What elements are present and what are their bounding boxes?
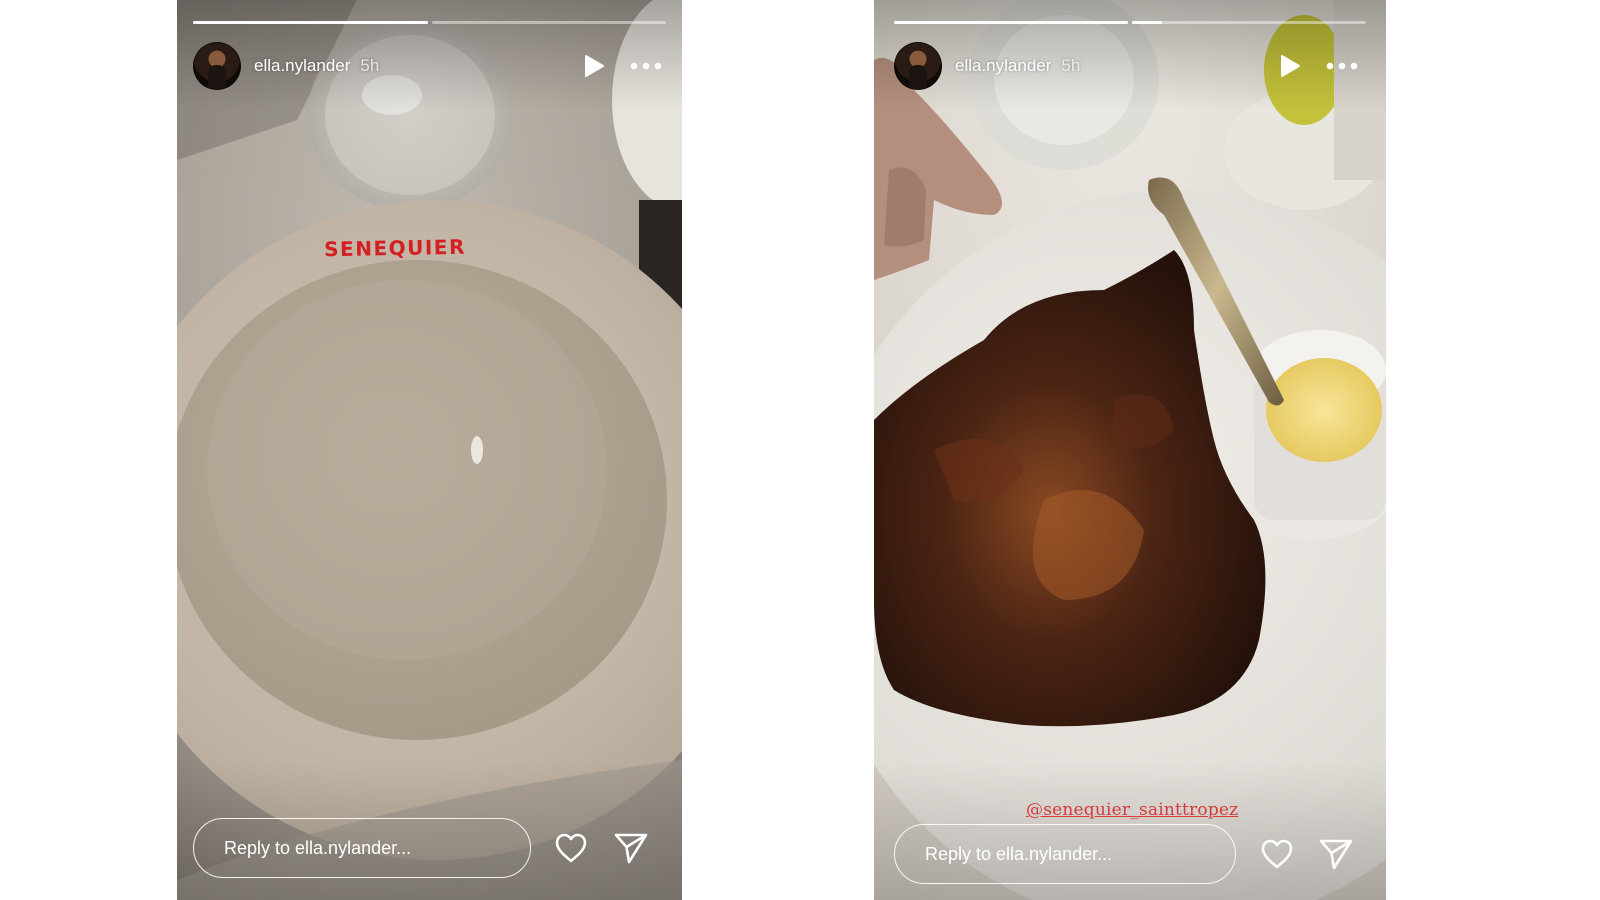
progress-segment bbox=[894, 21, 1128, 24]
play-icon bbox=[585, 55, 604, 77]
story-progress-bar bbox=[193, 21, 666, 24]
post-time: 5h bbox=[360, 56, 380, 75]
progress-segment bbox=[193, 21, 428, 24]
like-button[interactable] bbox=[1259, 836, 1295, 872]
reply-input[interactable]: Reply to ella.nylander... bbox=[894, 824, 1236, 884]
send-icon bbox=[1319, 839, 1353, 870]
story-header: ella.nylander 5h bbox=[894, 42, 1362, 90]
more-options-button[interactable] bbox=[1322, 52, 1362, 80]
progress-segment bbox=[431, 21, 666, 24]
reply-placeholder: Reply to ella.nylander... bbox=[925, 843, 1113, 864]
story-panel-left[interactable]: SENEQUIER ella.nylander 5h Reply to ella… bbox=[177, 0, 682, 900]
progress-segment bbox=[1132, 21, 1366, 24]
send-icon bbox=[614, 833, 648, 864]
mention-link[interactable]: @senequier_sainttropez bbox=[1026, 800, 1238, 820]
story-header: ella.nylander 5h bbox=[193, 42, 666, 90]
play-button[interactable] bbox=[580, 52, 608, 80]
reply-placeholder: Reply to ella.nylander... bbox=[224, 837, 412, 858]
share-button[interactable] bbox=[613, 830, 649, 866]
avatar[interactable] bbox=[193, 42, 241, 90]
more-icon bbox=[1326, 62, 1358, 70]
username[interactable]: ella.nylander bbox=[254, 56, 350, 76]
share-button[interactable] bbox=[1318, 836, 1354, 872]
reply-input[interactable]: Reply to ella.nylander... bbox=[193, 818, 531, 878]
username[interactable]: ella.nylander bbox=[955, 56, 1051, 76]
more-icon bbox=[630, 62, 662, 70]
story-panel-right[interactable]: ella.nylander 5h @senequier_sainttropez … bbox=[874, 0, 1386, 900]
heart-icon bbox=[1261, 839, 1293, 869]
avatar[interactable] bbox=[894, 42, 942, 90]
plate-brand-text: SENEQUIER bbox=[323, 234, 467, 262]
post-time: 5h bbox=[1061, 56, 1081, 75]
heart-icon bbox=[555, 833, 587, 863]
like-button[interactable] bbox=[553, 830, 589, 866]
more-options-button[interactable] bbox=[626, 52, 666, 80]
play-icon bbox=[1281, 55, 1300, 77]
play-button[interactable] bbox=[1276, 52, 1304, 80]
story-progress-bar bbox=[894, 21, 1366, 24]
